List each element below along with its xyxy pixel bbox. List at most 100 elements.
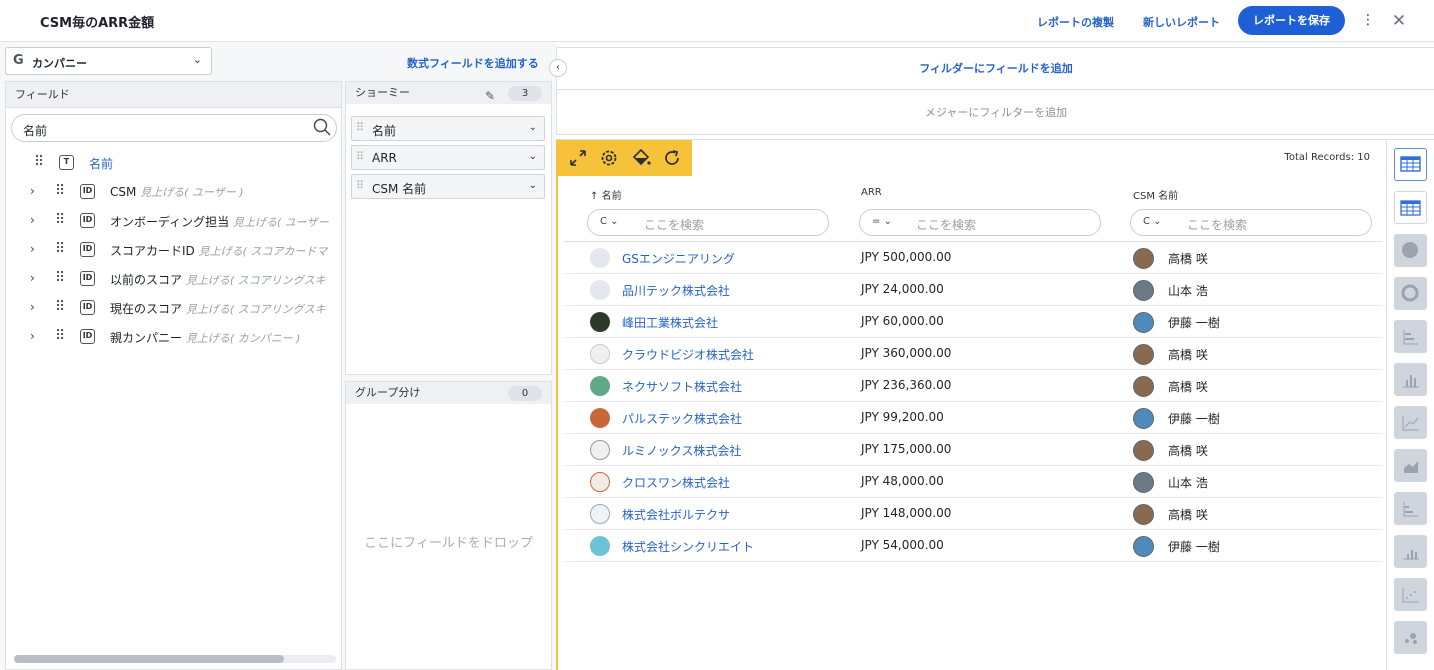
chevron-right-icon[interactable]: › xyxy=(30,242,35,256)
field-row-name[interactable]: ⠿ T 名前 xyxy=(6,149,341,177)
field-row-csm[interactable]: › ⠿ ID CSM 見上げる( ユーザー ) xyxy=(6,178,341,206)
line-chart-icon[interactable] xyxy=(1394,406,1427,439)
company-name-link[interactable]: ルミノックス株式会社 xyxy=(622,442,741,459)
drag-handle-icon[interactable]: ⠿ xyxy=(356,121,364,134)
bar-chart-icon[interactable] xyxy=(1394,320,1427,353)
duplicate-report-link[interactable]: レポートの複製 xyxy=(1037,14,1114,30)
bubble-chart-icon[interactable] xyxy=(1394,621,1427,654)
company-name-link[interactable]: パルステック株式会社 xyxy=(622,410,742,427)
drag-handle-icon[interactable]: ⠿ xyxy=(55,241,65,257)
field-row-parent-company[interactable]: › ⠿ ID 親カンパニー 見上げる( カンパニー ) xyxy=(6,323,341,351)
show-me-pill-csm-name[interactable]: ⠿ CSM 名前 ⌄ xyxy=(351,174,545,199)
chevron-right-icon[interactable]: › xyxy=(30,184,35,198)
group-by-drop-zone[interactable]: ここにフィールドをドロップ xyxy=(346,532,551,551)
add-filter-field-link[interactable]: フィルダーにフィールドを追加 xyxy=(557,48,1434,90)
id-type-icon: ID xyxy=(80,300,95,315)
column-search-arr[interactable]: = ⌄ ここを検索 xyxy=(859,209,1101,236)
csm-name: 伊藤 一樹 xyxy=(1168,540,1220,554)
search-icon[interactable] xyxy=(313,118,331,136)
company-name-link[interactable]: GSエンジニアリング xyxy=(622,250,735,267)
company-name-link[interactable]: 株式会社ボルテクサ xyxy=(622,506,730,523)
edit-pencil-icon[interactable]: ✎ xyxy=(485,85,495,107)
stacked-bar-icon[interactable] xyxy=(1394,492,1427,525)
pivot-table-icon[interactable] xyxy=(1394,191,1427,224)
filter-operator-select[interactable]: = ⌄ xyxy=(872,216,892,227)
column-search-csm-name[interactable]: C ⌄ ここを検索 xyxy=(1130,209,1372,236)
arr-value: JPY 175,000.00 xyxy=(861,442,952,456)
filter-operator-select[interactable]: C ⌄ xyxy=(1143,216,1162,227)
chevron-right-icon[interactable]: › xyxy=(30,271,35,285)
field-row-onboarding[interactable]: › ⠿ ID オンボーディング担当 見上げる( ユーザー xyxy=(6,207,341,235)
company-name-link[interactable]: クロスワン株式会社 xyxy=(622,474,730,491)
area-chart-icon[interactable] xyxy=(1394,449,1427,482)
new-report-link[interactable]: 新しいレポート xyxy=(1143,14,1220,30)
chevron-down-icon[interactable]: ⌄ xyxy=(529,122,537,133)
scrollbar-thumb[interactable] xyxy=(14,655,284,663)
field-row-current-score[interactable]: › ⠿ ID 現在のスコア 見上げる( スコアリングスキ xyxy=(6,294,341,322)
refresh-icon[interactable] xyxy=(662,148,682,168)
company-logo-icon xyxy=(590,376,610,396)
column-search-placeholder: ここを検索 xyxy=(1187,218,1248,232)
drag-handle-icon[interactable]: ⠿ xyxy=(356,150,364,163)
show-me-count: 3 xyxy=(508,86,542,101)
field-row-scorecard-id[interactable]: › ⠿ ID スコアカードID 見上げる( スコアカードマ xyxy=(6,236,341,264)
donut-chart-icon[interactable] xyxy=(1394,277,1427,310)
drag-handle-icon[interactable]: ⠿ xyxy=(55,270,65,286)
csm-name: 山本 浩 xyxy=(1168,476,1208,490)
stacked-column-icon[interactable] xyxy=(1394,535,1427,568)
more-options-icon[interactable]: ⋮ xyxy=(1361,11,1375,29)
add-measure-filter-link[interactable]: メジャーにフィルターを追加 xyxy=(557,91,1434,135)
drag-handle-icon[interactable]: ⠿ xyxy=(34,154,44,170)
collapse-panel-button[interactable]: ‹ xyxy=(549,59,567,77)
company-name-link[interactable]: 峰田工業株式会社 xyxy=(622,314,718,331)
csm-name: 高橋 咲 xyxy=(1168,252,1208,266)
save-report-button[interactable]: レポートを保存 xyxy=(1238,6,1345,35)
object-selector[interactable]: G カンパニー ⌄ xyxy=(5,47,212,75)
drag-handle-icon[interactable]: ⠿ xyxy=(55,212,65,228)
company-name-link[interactable]: ネクサソフト株式会社 xyxy=(622,378,742,395)
arr-value: JPY 48,000.00 xyxy=(861,474,944,488)
drag-handle-icon[interactable]: ⠿ xyxy=(55,299,65,315)
show-me-pill-arr[interactable]: ⠿ ARR ⌄ xyxy=(351,145,545,170)
column-header-csm-name[interactable]: CSM 名前 xyxy=(1133,187,1178,202)
field-row-previous-score[interactable]: › ⠿ ID 以前のスコア 見上げる( スコアリングスキ xyxy=(6,265,341,293)
chevron-down-icon[interactable]: ⌄ xyxy=(529,151,537,162)
field-search-input[interactable]: 名前 xyxy=(11,114,337,142)
settings-gear-icon[interactable] xyxy=(599,148,619,168)
close-icon[interactable]: ✕ xyxy=(1390,12,1408,30)
column-header-name[interactable]: ↑ 名前 xyxy=(590,187,622,202)
company-name-link[interactable]: 品川テック株式会社 xyxy=(622,282,730,299)
company-name-link[interactable]: クラウドビジオ株式会社 xyxy=(622,346,754,363)
drag-handle-icon[interactable]: ⠿ xyxy=(55,328,65,344)
chevron-right-icon[interactable]: › xyxy=(30,300,35,314)
arr-value: JPY 24,000.00 xyxy=(861,282,944,296)
table-icon[interactable] xyxy=(1394,148,1427,181)
chevron-right-icon[interactable]: › xyxy=(30,329,35,343)
horizontal-scrollbar[interactable] xyxy=(14,655,336,663)
drag-handle-icon[interactable]: ⠿ xyxy=(356,179,364,192)
company-logo-icon xyxy=(590,536,610,556)
column-header-arr[interactable]: ARR xyxy=(861,187,882,198)
pie-chart-icon[interactable] xyxy=(1394,234,1427,267)
column-search-name[interactable]: C ⌄ ここを検索 xyxy=(587,209,829,236)
expand-icon[interactable] xyxy=(568,148,588,168)
field-label: スコアカードID 見上げる( スコアカードマ xyxy=(110,244,328,258)
chevron-down-icon[interactable]: ⌄ xyxy=(529,180,537,191)
add-formula-field-link[interactable]: 数式フィールドを追加する xyxy=(407,55,539,71)
sort-asc-icon[interactable]: ↑ xyxy=(590,191,598,202)
table-row: ネクサソフト株式会社 JPY 236,360.00 高橋 咲 xyxy=(564,370,1382,402)
drag-handle-icon[interactable]: ⠿ xyxy=(55,183,65,199)
avatar xyxy=(1133,376,1154,397)
scatter-chart-icon[interactable] xyxy=(1394,578,1427,611)
show-me-label: ショーミー xyxy=(355,86,410,99)
chevron-right-icon[interactable]: › xyxy=(30,213,35,227)
column-chart-icon[interactable] xyxy=(1394,363,1427,396)
company-name-link[interactable]: 株式会社シンクリエイト xyxy=(622,538,754,555)
show-me-pill-name[interactable]: ⠿ 名前 ⌄ xyxy=(351,116,545,141)
arr-value: JPY 60,000.00 xyxy=(861,314,944,328)
company-logo-icon xyxy=(590,504,610,524)
paint-bucket-icon[interactable] xyxy=(631,148,651,168)
table-row: クロスワン株式会社 JPY 48,000.00 山本 浩 xyxy=(564,466,1382,498)
filter-operator-select[interactable]: C ⌄ xyxy=(600,216,619,227)
avatar xyxy=(1133,312,1154,333)
